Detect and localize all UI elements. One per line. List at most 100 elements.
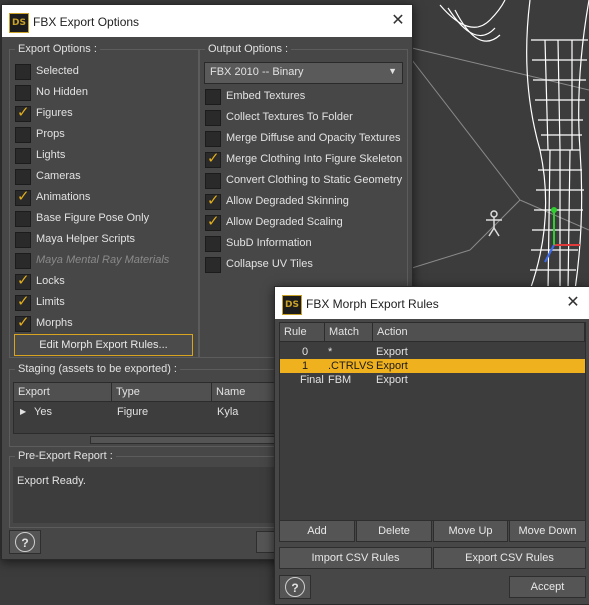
checkbox-box[interactable]: ✓: [15, 313, 31, 332]
edit-morph-export-rules-button[interactable]: Edit Morph Export Rules...: [14, 334, 193, 356]
checkbox-label: Base Figure Pose Only: [36, 212, 150, 224]
import-csv-rules-button[interactable]: Import CSV Rules: [279, 547, 432, 569]
staging-name-cell: Kyla: [217, 406, 239, 418]
action-cell: Export: [376, 360, 408, 372]
staging-col-export[interactable]: Export: [14, 383, 112, 402]
help-icon: ?: [15, 532, 35, 552]
check-icon: ✓: [207, 191, 220, 209]
checkbox-label: Animations: [36, 191, 91, 203]
morph-window-title: FBX Morph Export Rules: [306, 297, 439, 311]
checkbox-box: [15, 253, 31, 269]
col-match[interactable]: Match: [325, 323, 373, 342]
checkbox-label: Merge Clothing Into Figure Skeleton: [226, 153, 403, 165]
checkbox-label: Allow Degraded Scaling: [226, 216, 343, 228]
title-bar[interactable]: DS FBX Export Options ✕: [2, 5, 412, 37]
action-cell: Export: [376, 374, 408, 386]
col-action[interactable]: Action: [373, 323, 585, 342]
checkbox-label: Morphs: [36, 317, 73, 329]
morph-help-button[interactable]: ?: [279, 575, 311, 599]
checkbox-box[interactable]: [205, 257, 221, 273]
expand-arrow-icon[interactable]: ▶: [20, 405, 26, 419]
checkbox-label: Collect Textures To Folder: [226, 111, 353, 123]
checkbox-label: Cameras: [36, 170, 81, 182]
checkbox-label: No Hidden: [36, 86, 88, 98]
checkbox-box[interactable]: ✓: [15, 103, 31, 122]
checkbox-label: Props: [36, 128, 65, 140]
checkbox-box[interactable]: [15, 211, 31, 227]
checkbox-box[interactable]: [205, 110, 221, 126]
checkbox-label: Limits: [36, 296, 65, 308]
checkbox-box[interactable]: ✓: [15, 271, 31, 290]
fbx-format-select[interactable]: FBX 2010 -- Binary ▼: [204, 62, 403, 84]
fbx-format-value: FBX 2010 -- Binary: [210, 66, 304, 78]
table-row[interactable]: Final FBM Export: [280, 373, 585, 387]
pre-export-report-text: Export Ready.: [17, 475, 86, 487]
dropdown-arrow-icon: ▼: [388, 66, 397, 76]
checkbox-box[interactable]: [15, 148, 31, 164]
rule-cell: 0: [302, 346, 309, 358]
close-icon[interactable]: ✕: [388, 11, 408, 31]
checkbox-box[interactable]: [15, 85, 31, 101]
check-icon: ✓: [207, 212, 220, 230]
checkbox-box[interactable]: [15, 232, 31, 248]
checkbox-label: Figures: [36, 107, 73, 119]
close-icon[interactable]: ✕: [563, 293, 583, 313]
ds-logo-icon: DS: [9, 13, 29, 33]
move-up-button[interactable]: Move Up: [433, 520, 508, 542]
checkbox-box[interactable]: [15, 169, 31, 185]
checkbox-label: Lights: [36, 149, 66, 161]
check-icon: ✓: [17, 271, 30, 289]
checkbox-label: Allow Degraded Skinning: [226, 195, 349, 207]
checkbox-box[interactable]: ✓: [205, 212, 221, 231]
window-title: FBX Export Options: [33, 15, 140, 29]
ds-logo-icon: DS: [282, 295, 302, 315]
checkbox-box[interactable]: ✓: [15, 187, 31, 206]
checkbox-box[interactable]: ✓: [205, 191, 221, 210]
check-icon: ✓: [17, 292, 30, 310]
checkbox-box[interactable]: [205, 89, 221, 105]
checkbox-box[interactable]: ✓: [15, 292, 31, 311]
fbx-morph-export-rules-window: DS FBX Morph Export Rules ✕ Rule Match A…: [274, 286, 589, 605]
export-options-group: Export Options : Selected No Hidden ✓ Figur…: [9, 43, 199, 358]
match-cell: FBM: [328, 374, 352, 386]
checkbox-box[interactable]: [15, 64, 31, 80]
checkbox-label: Maya Mental Ray Materials: [36, 254, 170, 266]
staging-col-type[interactable]: Type: [112, 383, 212, 402]
staging-export-cell: Yes: [34, 406, 52, 418]
checkbox-label: SubD Information: [226, 237, 312, 249]
move-down-button[interactable]: Move Down: [509, 520, 586, 542]
checkbox-label: Convert Clothing to Static Geometry: [226, 174, 403, 186]
delete-button[interactable]: Delete: [356, 520, 432, 542]
morph-rules-table: Rule Match Action 0 * Export 1 .CTRLVS Export…: [279, 322, 586, 521]
col-rule[interactable]: Rule: [280, 323, 325, 342]
check-icon: ✓: [17, 313, 30, 331]
checkbox-box[interactable]: [15, 127, 31, 143]
wireframe-figure: [439, 0, 589, 291]
output-options-title: Output Options :: [205, 43, 292, 55]
rule-cell: Final: [300, 374, 324, 386]
checkbox-box[interactable]: ✓: [205, 149, 221, 168]
export-options-title: Export Options :: [15, 43, 100, 55]
match-cell: .CTRLVS: [328, 360, 374, 372]
table-row[interactable]: 1 .CTRLVS Export: [280, 359, 585, 373]
checkbox-box[interactable]: [205, 173, 221, 189]
check-icon: ✓: [207, 149, 220, 167]
checkbox-label: Locks: [36, 275, 65, 287]
rule-cell: 1: [302, 360, 309, 372]
checkbox-label: Selected: [36, 65, 79, 77]
check-icon: ✓: [17, 103, 30, 121]
add-button[interactable]: Add: [279, 520, 355, 542]
check-icon: ✓: [17, 187, 30, 205]
help-icon: ?: [285, 577, 305, 597]
table-row[interactable]: 0 * Export: [280, 345, 585, 359]
accept-button[interactable]: Accept: [509, 576, 586, 598]
checkbox-box[interactable]: [205, 131, 221, 147]
morph-title-bar[interactable]: DS FBX Morph Export Rules ✕: [275, 287, 589, 319]
checkbox-label: Merge Diffuse and Opacity Textures: [226, 132, 401, 144]
checkbox-box[interactable]: [205, 236, 221, 252]
checkbox-label: Embed Textures: [226, 90, 306, 102]
export-csv-rules-button[interactable]: Export CSV Rules: [433, 547, 586, 569]
staging-title: Staging (assets to be exported) :: [15, 363, 180, 375]
help-button[interactable]: ?: [9, 530, 41, 554]
checkbox-label: Maya Helper Scripts: [36, 233, 136, 245]
